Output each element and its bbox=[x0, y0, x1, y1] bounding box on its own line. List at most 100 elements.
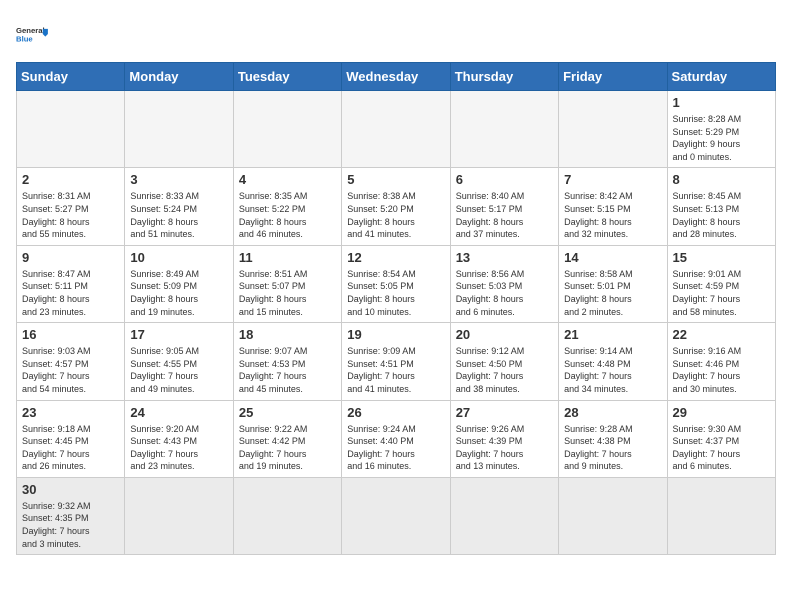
weekday-header-thursday: Thursday bbox=[450, 63, 558, 91]
calendar-cell: 11 Sunrise: 8:51 AM Sunset: 5:07 PM Dayli… bbox=[233, 245, 341, 322]
calendar-cell: 2 Sunrise: 8:31 AM Sunset: 5:27 PM Daylig… bbox=[17, 168, 125, 245]
calendar-cell: 29 Sunrise: 9:30 AM Sunset: 4:37 PM Dayli… bbox=[667, 400, 775, 477]
calendar-week-row: 9 Sunrise: 8:47 AM Sunset: 5:11 PM Daylig… bbox=[17, 245, 776, 322]
calendar-cell bbox=[342, 477, 450, 554]
day-number: 20 bbox=[456, 327, 553, 342]
calendar-week-row: 23 Sunrise: 9:18 AM Sunset: 4:45 PM Dayli… bbox=[17, 400, 776, 477]
day-number: 11 bbox=[239, 250, 336, 265]
calendar-cell: 8Sunrise: 8:45 AM Sunset: 5:13 PM Daylig… bbox=[667, 168, 775, 245]
day-number: 13 bbox=[456, 250, 553, 265]
day-number: 18 bbox=[239, 327, 336, 342]
day-info: Sunrise: 9:32 AM Sunset: 4:35 PM Dayligh… bbox=[22, 500, 119, 550]
calendar-week-row: 30 Sunrise: 9:32 AM Sunset: 4:35 PM Dayli… bbox=[17, 477, 776, 554]
day-number: 22 bbox=[673, 327, 770, 342]
day-info: Sunrise: 9:03 AM Sunset: 4:57 PM Dayligh… bbox=[22, 345, 119, 395]
calendar-cell: 17 Sunrise: 9:05 AM Sunset: 4:55 PM Dayli… bbox=[125, 323, 233, 400]
weekday-header-tuesday: Tuesday bbox=[233, 63, 341, 91]
day-info: Sunrise: 9:09 AM Sunset: 4:51 PM Dayligh… bbox=[347, 345, 444, 395]
day-info: Sunrise: 9:30 AM Sunset: 4:37 PM Dayligh… bbox=[673, 423, 770, 473]
day-info: Sunrise: 9:22 AM Sunset: 4:42 PM Dayligh… bbox=[239, 423, 336, 473]
calendar-cell: 5Sunrise: 8:38 AM Sunset: 5:20 PM Daylig… bbox=[342, 168, 450, 245]
calendar-cell: 27 Sunrise: 9:26 AM Sunset: 4:39 PM Dayli… bbox=[450, 400, 558, 477]
day-number: 26 bbox=[347, 405, 444, 420]
calendar-cell bbox=[342, 91, 450, 168]
day-info: Sunrise: 8:40 AM Sunset: 5:17 PM Dayligh… bbox=[456, 190, 553, 240]
day-number: 28 bbox=[564, 405, 661, 420]
day-info: Sunrise: 9:01 AM Sunset: 4:59 PM Dayligh… bbox=[673, 268, 770, 318]
day-info: Sunrise: 9:20 AM Sunset: 4:43 PM Dayligh… bbox=[130, 423, 227, 473]
page-header: GeneralBlue bbox=[16, 16, 776, 52]
calendar-cell bbox=[450, 91, 558, 168]
calendar-week-row: 16 Sunrise: 9:03 AM Sunset: 4:57 PM Dayli… bbox=[17, 323, 776, 400]
day-number: 1 bbox=[673, 95, 770, 110]
calendar-cell: 25 Sunrise: 9:22 AM Sunset: 4:42 PM Dayli… bbox=[233, 400, 341, 477]
calendar-cell: 22 Sunrise: 9:16 AM Sunset: 4:46 PM Dayli… bbox=[667, 323, 775, 400]
day-info: Sunrise: 8:38 AM Sunset: 5:20 PM Dayligh… bbox=[347, 190, 444, 240]
day-info: Sunrise: 8:33 AM Sunset: 5:24 PM Dayligh… bbox=[130, 190, 227, 240]
day-number: 9 bbox=[22, 250, 119, 265]
calendar-cell: 21 Sunrise: 9:14 AM Sunset: 4:48 PM Dayli… bbox=[559, 323, 667, 400]
weekday-header-sunday: Sunday bbox=[17, 63, 125, 91]
day-number: 30 bbox=[22, 482, 119, 497]
day-number: 12 bbox=[347, 250, 444, 265]
day-info: Sunrise: 9:12 AM Sunset: 4:50 PM Dayligh… bbox=[456, 345, 553, 395]
svg-text:General: General bbox=[16, 26, 45, 35]
day-number: 6 bbox=[456, 172, 553, 187]
day-number: 15 bbox=[673, 250, 770, 265]
day-info: Sunrise: 8:28 AM Sunset: 5:29 PM Dayligh… bbox=[673, 113, 770, 163]
calendar-cell: 23 Sunrise: 9:18 AM Sunset: 4:45 PM Dayli… bbox=[17, 400, 125, 477]
day-number: 17 bbox=[130, 327, 227, 342]
day-info: Sunrise: 8:51 AM Sunset: 5:07 PM Dayligh… bbox=[239, 268, 336, 318]
calendar-cell: 9 Sunrise: 8:47 AM Sunset: 5:11 PM Daylig… bbox=[17, 245, 125, 322]
calendar-cell bbox=[233, 477, 341, 554]
calendar-cell bbox=[559, 477, 667, 554]
weekday-header-friday: Friday bbox=[559, 63, 667, 91]
day-info: Sunrise: 9:16 AM Sunset: 4:46 PM Dayligh… bbox=[673, 345, 770, 395]
calendar-cell: 4Sunrise: 8:35 AM Sunset: 5:22 PM Daylig… bbox=[233, 168, 341, 245]
calendar-table: SundayMondayTuesdayWednesdayThursdayFrid… bbox=[16, 62, 776, 555]
day-number: 23 bbox=[22, 405, 119, 420]
day-number: 3 bbox=[130, 172, 227, 187]
calendar-cell bbox=[667, 477, 775, 554]
day-number: 25 bbox=[239, 405, 336, 420]
calendar-week-row: 1 Sunrise: 8:28 AM Sunset: 5:29 PM Daylig… bbox=[17, 91, 776, 168]
day-info: Sunrise: 8:58 AM Sunset: 5:01 PM Dayligh… bbox=[564, 268, 661, 318]
day-info: Sunrise: 8:45 AM Sunset: 5:13 PM Dayligh… bbox=[673, 190, 770, 240]
day-number: 21 bbox=[564, 327, 661, 342]
day-info: Sunrise: 9:05 AM Sunset: 4:55 PM Dayligh… bbox=[130, 345, 227, 395]
day-number: 24 bbox=[130, 405, 227, 420]
day-info: Sunrise: 8:35 AM Sunset: 5:22 PM Dayligh… bbox=[239, 190, 336, 240]
day-info: Sunrise: 8:56 AM Sunset: 5:03 PM Dayligh… bbox=[456, 268, 553, 318]
calendar-cell: 12Sunrise: 8:54 AM Sunset: 5:05 PM Dayli… bbox=[342, 245, 450, 322]
calendar-cell bbox=[17, 91, 125, 168]
calendar-cell: 10Sunrise: 8:49 AM Sunset: 5:09 PM Dayli… bbox=[125, 245, 233, 322]
calendar-cell: 19 Sunrise: 9:09 AM Sunset: 4:51 PM Dayli… bbox=[342, 323, 450, 400]
calendar-week-row: 2 Sunrise: 8:31 AM Sunset: 5:27 PM Daylig… bbox=[17, 168, 776, 245]
day-number: 2 bbox=[22, 172, 119, 187]
day-info: Sunrise: 9:14 AM Sunset: 4:48 PM Dayligh… bbox=[564, 345, 661, 395]
day-info: Sunrise: 8:47 AM Sunset: 5:11 PM Dayligh… bbox=[22, 268, 119, 318]
calendar-cell bbox=[559, 91, 667, 168]
logo-icon: GeneralBlue bbox=[16, 16, 52, 52]
day-info: Sunrise: 9:18 AM Sunset: 4:45 PM Dayligh… bbox=[22, 423, 119, 473]
calendar-cell: 16 Sunrise: 9:03 AM Sunset: 4:57 PM Dayli… bbox=[17, 323, 125, 400]
day-number: 14 bbox=[564, 250, 661, 265]
weekday-header-row: SundayMondayTuesdayWednesdayThursdayFrid… bbox=[17, 63, 776, 91]
svg-text:Blue: Blue bbox=[16, 35, 33, 44]
calendar-cell bbox=[450, 477, 558, 554]
calendar-cell bbox=[233, 91, 341, 168]
day-info: Sunrise: 8:31 AM Sunset: 5:27 PM Dayligh… bbox=[22, 190, 119, 240]
day-number: 7 bbox=[564, 172, 661, 187]
day-info: Sunrise: 9:28 AM Sunset: 4:38 PM Dayligh… bbox=[564, 423, 661, 473]
day-number: 29 bbox=[673, 405, 770, 420]
calendar-cell: 15 Sunrise: 9:01 AM Sunset: 4:59 PM Dayli… bbox=[667, 245, 775, 322]
day-info: Sunrise: 9:07 AM Sunset: 4:53 PM Dayligh… bbox=[239, 345, 336, 395]
calendar-cell: 18 Sunrise: 9:07 AM Sunset: 4:53 PM Dayli… bbox=[233, 323, 341, 400]
day-info: Sunrise: 9:26 AM Sunset: 4:39 PM Dayligh… bbox=[456, 423, 553, 473]
calendar-cell: 24 Sunrise: 9:20 AM Sunset: 4:43 PM Dayli… bbox=[125, 400, 233, 477]
day-number: 27 bbox=[456, 405, 553, 420]
day-number: 19 bbox=[347, 327, 444, 342]
calendar-cell: 7Sunrise: 8:42 AM Sunset: 5:15 PM Daylig… bbox=[559, 168, 667, 245]
day-number: 16 bbox=[22, 327, 119, 342]
logo: GeneralBlue bbox=[16, 16, 52, 52]
